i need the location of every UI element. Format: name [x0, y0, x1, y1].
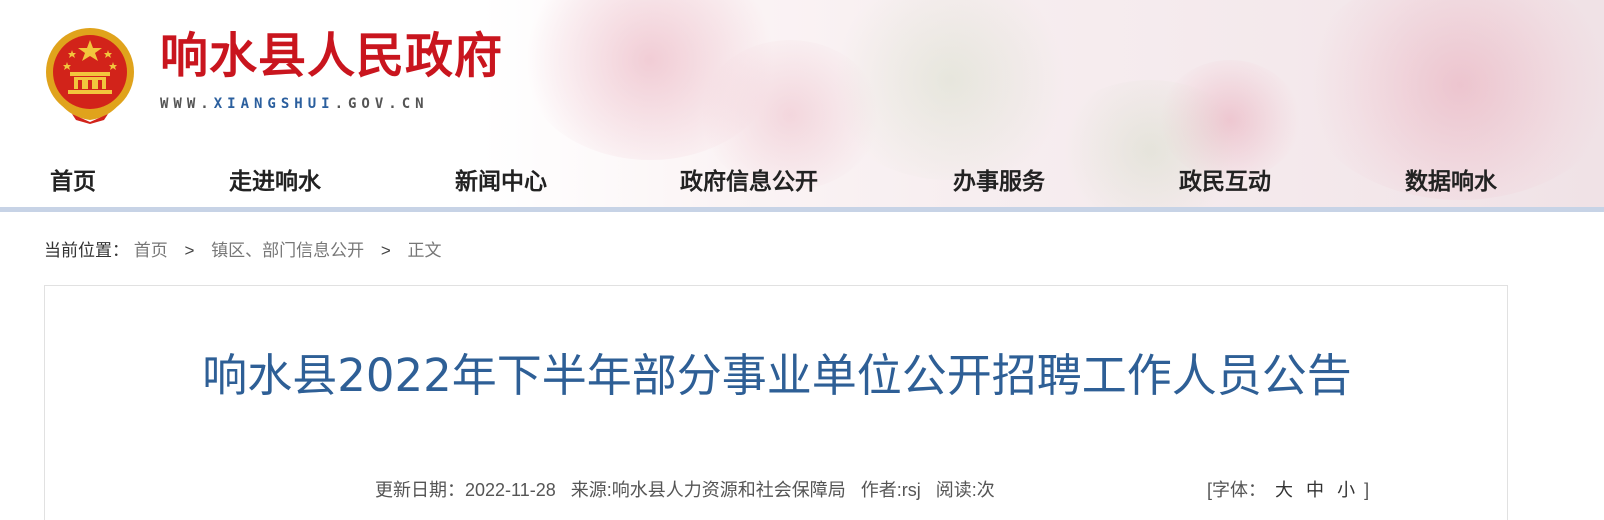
nav-item-interaction[interactable]: 政民互动: [1179, 162, 1271, 196]
update-date: 更新日期：2022-11-28: [375, 480, 556, 500]
font-size-small-button[interactable]: 小: [1337, 480, 1355, 500]
font-size-label-open: [字体：: [1207, 480, 1267, 500]
site-url-suffix: .GOV.CN: [334, 96, 429, 112]
site-title[interactable]: 响水县人民政府: [160, 26, 503, 86]
article-author: 作者:rsj: [860, 480, 921, 500]
article-source: 来源:响水县人力资源和社会保障局: [570, 480, 846, 500]
breadcrumb-separator: >: [380, 241, 391, 260]
site-url-highlight: XIANGSHUI: [213, 96, 335, 112]
article-read-count: 阅读:次: [935, 480, 995, 500]
breadcrumb-link-home[interactable]: 首页: [134, 241, 168, 260]
breadcrumb-separator: >: [184, 241, 195, 260]
nav-item-data[interactable]: 数据响水: [1405, 162, 1497, 196]
article-title: 响水县2022年下半年部分事业单位公开招聘工作人员公告: [202, 349, 1352, 402]
article-meta: 更新日期：2022-11-28 来源:响水县人力资源和社会保障局 作者:rsj …: [375, 476, 1005, 502]
breadcrumb-prefix: 当前位置：: [44, 241, 129, 260]
site-url: WWW.XIANGSHUI.GOV.CN: [160, 96, 429, 112]
font-size-large-button[interactable]: 大: [1275, 480, 1293, 500]
nav-item-gov-info[interactable]: 政府信息公开: [680, 162, 818, 196]
site-header: 响水县人民政府 WWW.XIANGSHUI.GOV.CN 首页 走进响水 新闻中…: [0, 0, 1604, 210]
site-url-prefix: WWW.: [160, 96, 214, 112]
article-container: 响水县2022年下半年部分事业单位公开招聘工作人员公告 更新日期：2022-11…: [44, 285, 1508, 520]
nav-item-news[interactable]: 新闻中心: [455, 162, 547, 196]
nav-item-home[interactable]: 首页: [50, 162, 96, 196]
font-size-control: [字体： 大 中 小 ]: [1207, 476, 1369, 502]
nav-item-about[interactable]: 走进响水: [229, 162, 321, 196]
breadcrumb: 当前位置： 首页 > 镇区、部门信息公开 > 正文: [44, 236, 442, 261]
breadcrumb-link-dept-info[interactable]: 镇区、部门信息公开: [211, 241, 364, 260]
breadcrumb-current: 正文: [407, 241, 442, 260]
font-size-medium-button[interactable]: 中: [1306, 480, 1324, 500]
nav-item-services[interactable]: 办事服务: [953, 162, 1045, 196]
font-size-label-close: ]: [1364, 480, 1370, 500]
national-emblem-icon[interactable]: [42, 26, 138, 124]
page: 响水县人民政府 WWW.XIANGSHUI.GOV.CN 首页 走进响水 新闻中…: [0, 0, 1604, 520]
main-nav: 首页 走进响水 新闻中心 政府信息公开 办事服务 政民互动 数据响水: [0, 152, 1604, 207]
nav-divider: [0, 207, 1604, 212]
